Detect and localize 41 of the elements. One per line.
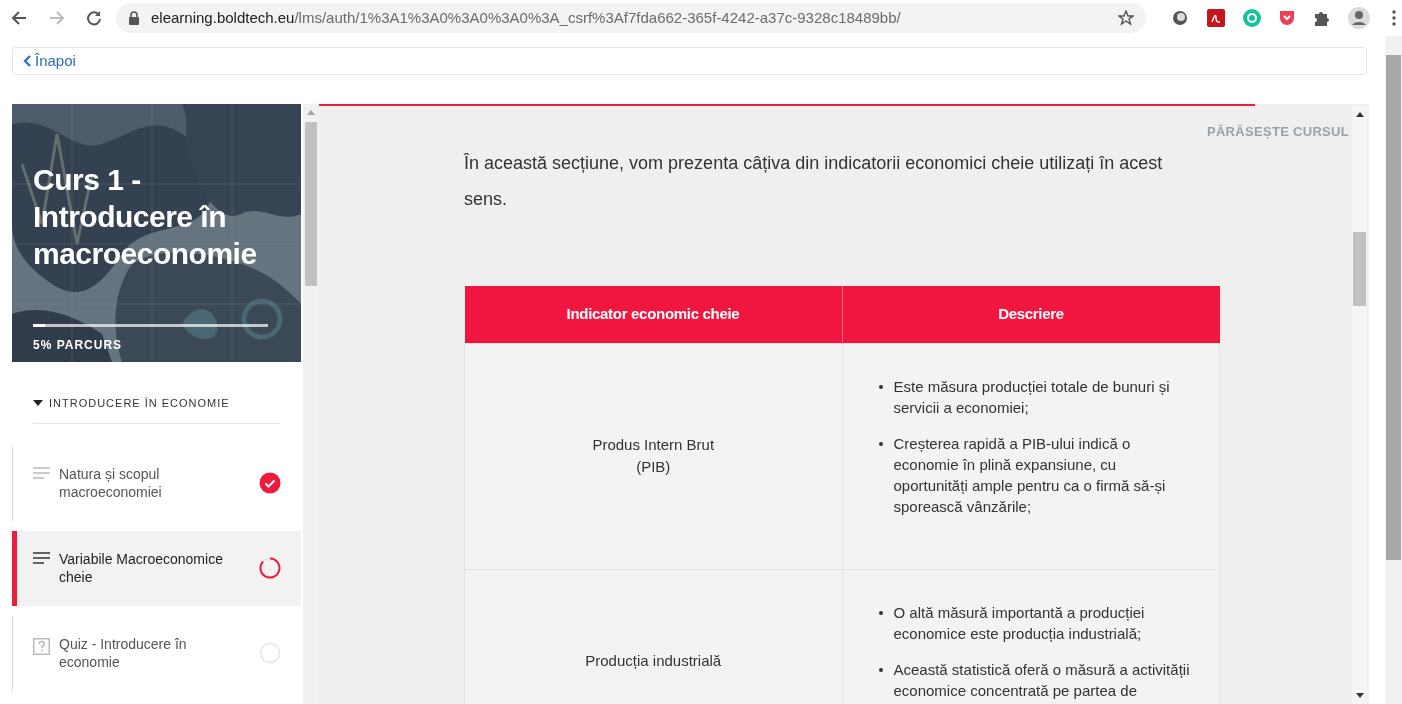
lesson-item[interactable]: Natura și scopul macroeconomiei <box>12 445 301 521</box>
bullet-text: O altă măsură importantă a producției economice este producția industrială; <box>893 602 1146 644</box>
url-host: elearning.boldtech.eu <box>151 7 295 28</box>
bullet-text: Această statistică oferă o măsură a activității economice concentrată pe partea de <box>893 659 1191 701</box>
lines-icon <box>33 466 50 479</box>
table-cell: Produs Intern Brut (PIB) <box>464 343 842 569</box>
reload-icon[interactable] <box>86 10 102 26</box>
chevron-left-icon <box>23 55 31 67</box>
scroll-down-icon[interactable] <box>1356 693 1364 698</box>
extension-icon[interactable] <box>1172 10 1188 26</box>
profile-icon[interactable] <box>1348 7 1370 29</box>
section-title[interactable]: INTRODUCERE ÎN ECONOMIE <box>49 395 230 412</box>
table-cell: Producția industrială <box>464 569 842 704</box>
puzzle-icon[interactable] <box>1313 9 1331 27</box>
scroll-up-icon[interactable] <box>1356 112 1364 117</box>
bookmark-icon[interactable] <box>1278 9 1296 27</box>
star-icon[interactable] <box>1118 10 1134 26</box>
lock-icon <box>128 11 140 25</box>
page-scrollbar[interactable] <box>1385 36 1402 704</box>
address-bar[interactable]: elearning.boldtech.eu/lms/auth/1%3A1%3A0%3A0%3A0%3A_csrf%3Af7fda662-365f-4242-a37c-9328c18489bb/ <box>116 3 1146 33</box>
bullet-text: Este măsura producției totale de bunuri și servicii a economiei; <box>893 376 1171 418</box>
document-icon[interactable] <box>1207 9 1225 27</box>
column-header: Descriere <box>842 286 1220 343</box>
lines-icon <box>33 551 50 564</box>
menu-icon[interactable] <box>1392 10 1396 26</box>
course-title: Curs 1 - Introducere în macroeconomie <box>33 162 258 272</box>
scrollbar-thumb[interactable] <box>305 122 317 286</box>
scrollbar-thumb[interactable] <box>1353 232 1366 306</box>
lesson-item[interactable]: Quiz - Introducere în economie <box>12 615 301 691</box>
back-icon[interactable] <box>11 10 27 26</box>
scrollbar-thumb[interactable] <box>1386 55 1401 560</box>
intro-paragraph: În această secțiune, vom prezenta câțiva din indicatorii economici cheie utilizați în acest sens. <box>464 152 1164 211</box>
bullet-text: Creșterea rapidă a PIB-ului indică o economie în plină expansiune, cu oportunități ample pentru ca o firmă să-și sporească vânzările; <box>893 433 1167 517</box>
back-link[interactable]: Înapoi <box>23 49 76 73</box>
content-scrollbar[interactable] <box>1352 106 1367 704</box>
lesson-item[interactable]: Variabile Macroeconomice cheie <box>12 530 301 606</box>
progress-label: 5% PARCURS <box>33 337 123 354</box>
url-path: /lms/auth/1%3A1%3A0%3A0%3A0%3A_csrf%3Af7fda662-365f-4242-a37c-9328c18489bb/ <box>294 7 901 28</box>
column-header: Indicator economic cheie <box>464 286 842 343</box>
sidebar-scrollbar[interactable] <box>303 104 319 704</box>
question-icon <box>33 637 50 655</box>
